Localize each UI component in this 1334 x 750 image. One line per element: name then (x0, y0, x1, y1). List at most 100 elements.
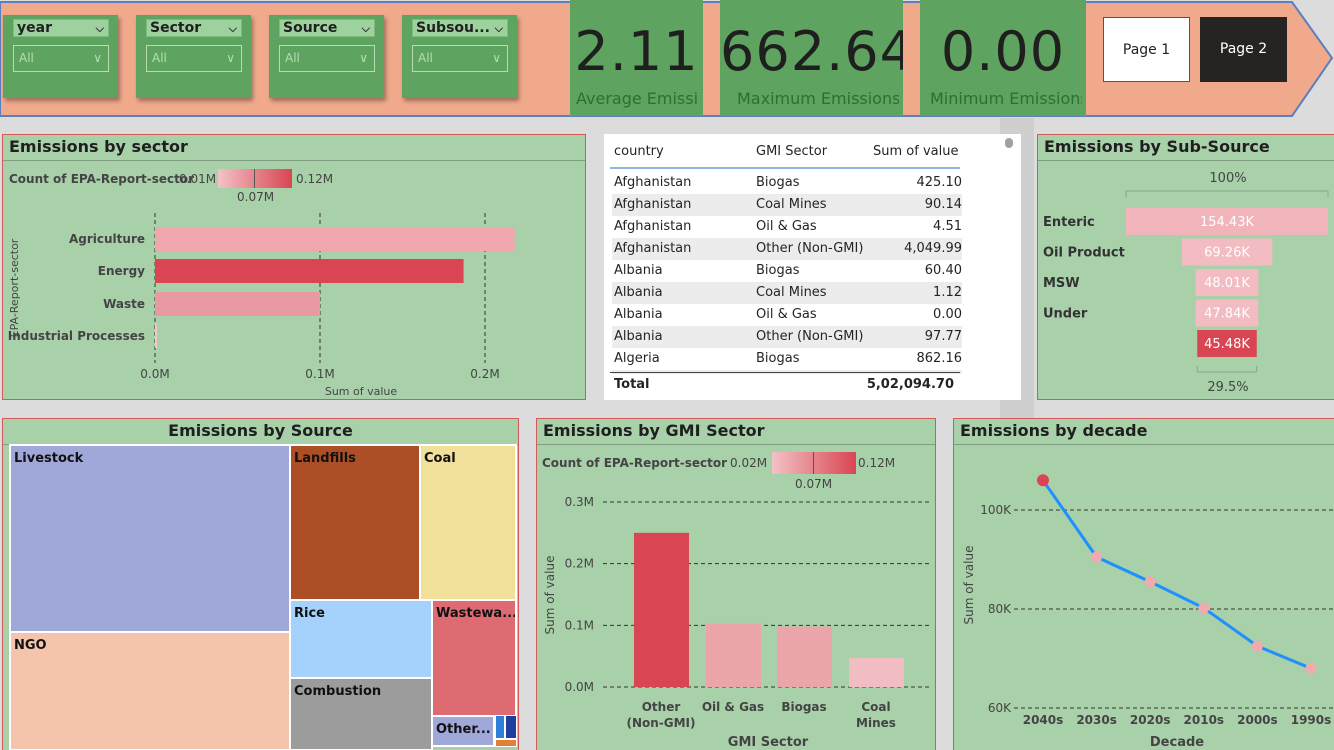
source-treemap-panel: Emissions by Source Livestock NGO Landfi… (2, 418, 519, 750)
sector-dropdown[interactable]: All ∨ (146, 45, 242, 72)
cell-country: Afghanistan (614, 219, 692, 234)
bar-coal-mines (849, 658, 904, 687)
bar-energy (155, 259, 464, 283)
table-row[interactable]: Albania Coal Mines 1.12 (612, 282, 962, 304)
cell-country: Afghanistan (614, 197, 692, 212)
source-slicer[interactable]: Source ⌵ All ∨ (269, 15, 384, 98)
x-tick-label: 0.1M (305, 367, 334, 381)
x-tick-label: 2030s (1076, 713, 1117, 727)
kpi-average-label: Average Emissi... (576, 89, 699, 108)
y-tick-label: Energy (98, 264, 145, 278)
funnel-data-label: 48.01K (1204, 276, 1250, 291)
x-tick-label: 0.2M (470, 367, 499, 381)
chevron-down-icon: ∨ (226, 51, 235, 65)
source-slicer-title: Source ⌵ (279, 19, 375, 37)
sector-chart-panel: Emissions by sector Count of EPA-Report-… (2, 134, 586, 400)
x-tick-label: 2040s (1023, 713, 1064, 727)
cell-country: Albania (614, 307, 663, 322)
page-2-button[interactable]: Page 2 (1200, 17, 1287, 82)
treemap-node-wastewater[interactable]: Wastewa... (431, 599, 517, 717)
cell-sum-of-value: 1.12 (933, 285, 962, 300)
funnel-data-label: 69.26K (1204, 246, 1250, 261)
y-tick-label: 0.2M (565, 557, 594, 571)
treemap-node-coal[interactable]: Coal (419, 444, 517, 601)
data-point (1144, 576, 1156, 588)
table-row[interactable]: Afghanistan Oil & Gas 4.51 (612, 216, 962, 238)
table-row[interactable]: Albania Oil & Gas 0.00 (612, 304, 962, 326)
treemap-node-livestock[interactable]: Livestock (9, 444, 291, 633)
kpi-minimum-value: 0.00 (940, 20, 1066, 83)
y-tick-label: Waste (103, 297, 145, 311)
page-1-button[interactable]: Page 1 (1103, 17, 1190, 82)
table-row[interactable]: Algeria Biogas 862.16 (612, 348, 962, 370)
bar-biogas (777, 626, 832, 687)
chevron-down-icon: ⌵ (361, 22, 370, 35)
x-tick-label: 2020s (1130, 713, 1171, 727)
year-slicer-title: year ⌵ (13, 19, 109, 37)
cell-country: Albania (614, 263, 663, 278)
total-divider (610, 372, 960, 373)
kpi-maximum: 662.64 Maximum Emissions (720, 0, 903, 116)
chevron-down-icon: ∨ (492, 51, 501, 65)
sector-slicer-title: Sector ⌵ (146, 19, 242, 37)
source-chart-title: Emissions by Source (168, 421, 353, 440)
cell-country: Afghanistan (614, 241, 692, 256)
x-tick-label: 1990s (1291, 713, 1332, 727)
cell-country: Albania (614, 285, 663, 300)
y-axis-title: Sum of value (543, 556, 557, 635)
y-tick-label: 80K (988, 602, 1012, 616)
chevron-down-icon: ∨ (93, 51, 102, 65)
table-row[interactable]: Albania Biogas 60.40 (612, 260, 962, 282)
treemap-node-small-3[interactable] (495, 739, 517, 747)
cell-country: Afghanistan (614, 175, 692, 190)
table-row[interactable]: Afghanistan Coal Mines 90.14 (612, 194, 962, 216)
y-tick-label: 100K (980, 503, 1012, 517)
cell-sum-of-value: 0.00 (933, 307, 962, 322)
x-tick-label: Biogas (781, 700, 826, 714)
subsource-dropdown[interactable]: All ∨ (412, 45, 508, 72)
year-slicer[interactable]: year ⌵ All ∨ (3, 15, 118, 98)
table-row[interactable]: Afghanistan Other (Non-GMI) 4,049.99 (612, 238, 962, 260)
source-dropdown[interactable]: All ∨ (279, 45, 375, 72)
data-point (1251, 640, 1263, 652)
treemap-node-landfills[interactable]: Landfills (289, 444, 421, 601)
treemap-node-combustion[interactable]: Combustion (289, 677, 433, 750)
y-axis-title: Sum of value (962, 546, 976, 625)
treemap-node-ngo[interactable]: NGO (9, 631, 291, 750)
cell-sum-of-value: 862.16 (916, 351, 963, 366)
subsource-slicer-title: Subsou... ⌵ (412, 19, 508, 37)
sector-chart-svg: 0.0M 0.1M 0.2M Agriculture Energy Waste Indust… (8, 213, 515, 398)
x-tick-label: 2010s (1184, 713, 1225, 727)
decade-chart-svg: 60K 80K 100K 2040s 2030s 2020s 2010s 2000s 1990s… (962, 474, 1334, 750)
treemap-node-small-2[interactable] (505, 715, 517, 739)
treemap-node-rice[interactable]: Rice (289, 599, 433, 679)
x-tick-label: Mines (856, 716, 896, 730)
kpi-minimum-label: Minimum Emissions (930, 89, 1082, 108)
y-tick-label: 60K (988, 701, 1012, 715)
sector-slicer[interactable]: Sector ⌵ All ∨ (136, 15, 251, 98)
treemap-node-other[interactable]: Other... (431, 715, 495, 747)
y-tick-label: 0.1M (565, 618, 594, 632)
data-point (1305, 662, 1317, 674)
y-tick-label: 0.0M (565, 680, 594, 694)
decade-chart-panel: Emissions by decade 60K 80K 100K 2040s 2030s… (953, 418, 1334, 750)
subsource-chart-panel: Emissions by Sub-Source 100% 29.5% 154.4… (1037, 134, 1334, 400)
bar-other-non-gmi (634, 532, 689, 687)
x-tick-label: Oil & Gas (702, 700, 764, 714)
treemap-node-small-1[interactable] (495, 715, 505, 739)
subsource-slicer[interactable]: Subsou... ⌵ All ∨ (402, 15, 517, 98)
table-row[interactable]: Afghanistan Biogas 425.10 (612, 172, 962, 194)
x-tick-label: (Non-GMI) (626, 716, 695, 730)
table-body: Afghanistan Biogas 425.10 Afghanistan Coal M… (604, 134, 1021, 374)
gmi-chart-svg: 0.0M 0.1M 0.2M 0.3M Other (Non-GMI) Oil & Gas B… (543, 495, 931, 750)
funnel-category-label: Under (1043, 307, 1088, 322)
year-dropdown[interactable]: All ∨ (13, 45, 109, 72)
kpi-minimum: 0.00 Minimum Emissions (920, 0, 1086, 116)
table-row[interactable]: Albania Other (Non-GMI) 97.77 (612, 326, 962, 348)
funnel-category-label: Enteric (1043, 215, 1095, 230)
y-tick-label: Agriculture (69, 232, 145, 246)
chevron-down-icon: ⌵ (95, 22, 104, 35)
cell-sum-of-value: 90.14 (924, 197, 962, 212)
kpi-maximum-value: 662.64 (720, 20, 903, 83)
total-value: 5,02,094.70 (866, 377, 954, 392)
